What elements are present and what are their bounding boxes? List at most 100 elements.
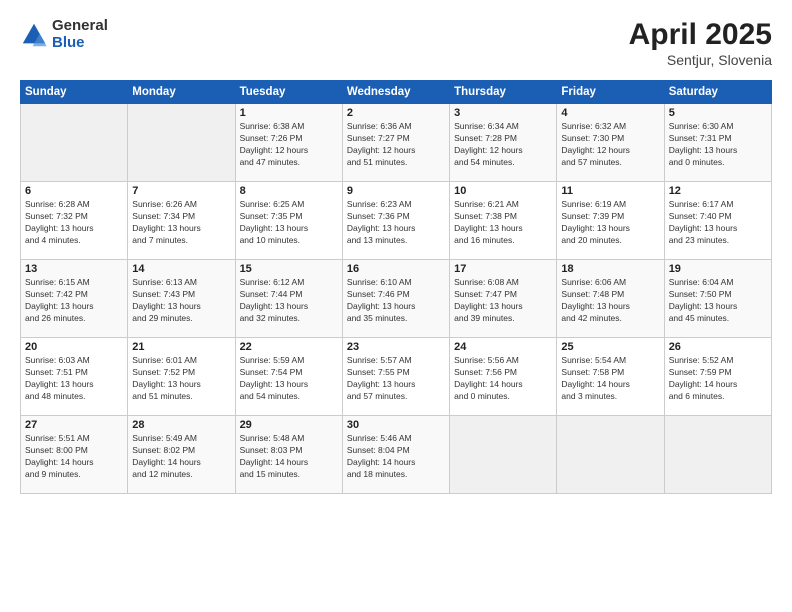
day-info: Sunrise: 6:04 AM Sunset: 7:50 PM Dayligh…: [669, 277, 767, 325]
day-number: 4: [561, 107, 659, 119]
table-row: 24 Sunrise: 5:56 AM Sunset: 7:56 PM Dayli…: [450, 338, 557, 416]
day-info: Sunrise: 6:28 AM Sunset: 7:32 PM Dayligh…: [25, 199, 123, 247]
table-row: 2 Sunrise: 6:36 AM Sunset: 7:27 PM Daylig…: [342, 104, 449, 182]
table-row: 3 Sunrise: 6:34 AM Sunset: 7:28 PM Daylig…: [450, 104, 557, 182]
table-row: [450, 416, 557, 494]
day-info: Sunrise: 6:23 AM Sunset: 7:36 PM Dayligh…: [347, 199, 445, 247]
logo-text: General Blue: [52, 18, 108, 51]
day-number: 11: [561, 185, 659, 197]
day-number: 25: [561, 341, 659, 353]
logo-icon: [20, 21, 48, 49]
header: General Blue April 2025 Sentjur, Sloveni…: [20, 18, 772, 68]
day-info: Sunrise: 5:48 AM Sunset: 8:03 PM Dayligh…: [240, 433, 338, 481]
day-info: Sunrise: 6:30 AM Sunset: 7:31 PM Dayligh…: [669, 121, 767, 169]
day-number: 22: [240, 341, 338, 353]
day-number: 26: [669, 341, 767, 353]
table-row: 18 Sunrise: 6:06 AM Sunset: 7:48 PM Dayli…: [557, 260, 664, 338]
table-row: 8 Sunrise: 6:25 AM Sunset: 7:35 PM Daylig…: [235, 182, 342, 260]
table-row: 27 Sunrise: 5:51 AM Sunset: 8:00 PM Dayli…: [21, 416, 128, 494]
table-row: [21, 104, 128, 182]
table-row: 13Sunrise: 6:15 AM Sunset: 7:42 PM Dayli…: [21, 260, 128, 338]
day-info: Sunrise: 6:25 AM Sunset: 7:35 PM Dayligh…: [240, 199, 338, 247]
col-friday: Friday: [557, 81, 664, 104]
col-tuesday: Tuesday: [235, 81, 342, 104]
col-monday: Monday: [128, 81, 235, 104]
day-info: Sunrise: 6:17 AM Sunset: 7:40 PM Dayligh…: [669, 199, 767, 247]
day-info: Sunrise: 5:51 AM Sunset: 8:00 PM Dayligh…: [25, 433, 123, 481]
day-number: 28: [132, 419, 230, 431]
day-number: 30: [347, 419, 445, 431]
table-row: 28 Sunrise: 5:49 AM Sunset: 8:02 PM Dayli…: [128, 416, 235, 494]
day-number: 6: [25, 185, 123, 197]
day-number: 18: [561, 263, 659, 275]
table-row: 30Sunrise: 5:46 AM Sunset: 8:04 PM Dayli…: [342, 416, 449, 494]
day-info: Sunrise: 5:57 AM Sunset: 7:55 PM Dayligh…: [347, 355, 445, 403]
day-number: 14: [132, 263, 230, 275]
day-number: 29: [240, 419, 338, 431]
day-info: Sunrise: 6:01 AM Sunset: 7:52 PM Dayligh…: [132, 355, 230, 403]
calendar-week-row: 6 Sunrise: 6:28 AM Sunset: 7:32 PM Daylig…: [21, 182, 772, 260]
calendar-week-row: 1 Sunrise: 6:38 AM Sunset: 7:26 PM Daylig…: [21, 104, 772, 182]
table-row: 15Sunrise: 6:12 AM Sunset: 7:44 PM Dayli…: [235, 260, 342, 338]
day-number: 23: [347, 341, 445, 353]
table-row: 11Sunrise: 6:19 AM Sunset: 7:39 PM Dayli…: [557, 182, 664, 260]
table-row: 23 Sunrise: 5:57 AM Sunset: 7:55 PM Dayli…: [342, 338, 449, 416]
table-row: 1 Sunrise: 6:38 AM Sunset: 7:26 PM Daylig…: [235, 104, 342, 182]
title-block: April 2025 Sentjur, Slovenia: [629, 18, 772, 68]
day-info: Sunrise: 6:38 AM Sunset: 7:26 PM Dayligh…: [240, 121, 338, 169]
day-info: Sunrise: 6:12 AM Sunset: 7:44 PM Dayligh…: [240, 277, 338, 325]
logo-general-text: General: [52, 18, 108, 35]
day-info: Sunrise: 5:56 AM Sunset: 7:56 PM Dayligh…: [454, 355, 552, 403]
calendar-table: Sunday Monday Tuesday Wednesday Thursday…: [20, 80, 772, 494]
day-info: Sunrise: 6:08 AM Sunset: 7:47 PM Dayligh…: [454, 277, 552, 325]
calendar-header-row: Sunday Monday Tuesday Wednesday Thursday…: [21, 81, 772, 104]
day-info: Sunrise: 6:03 AM Sunset: 7:51 PM Dayligh…: [25, 355, 123, 403]
day-number: 9: [347, 185, 445, 197]
day-number: 3: [454, 107, 552, 119]
table-row: 26 Sunrise: 5:52 AM Sunset: 7:59 PM Dayli…: [664, 338, 771, 416]
day-number: 13: [25, 263, 123, 275]
day-info: Sunrise: 6:26 AM Sunset: 7:34 PM Dayligh…: [132, 199, 230, 247]
calendar-week-row: 27 Sunrise: 5:51 AM Sunset: 8:00 PM Dayli…: [21, 416, 772, 494]
day-number: 2: [347, 107, 445, 119]
title-month: April 2025: [629, 18, 772, 52]
day-info: Sunrise: 6:21 AM Sunset: 7:38 PM Dayligh…: [454, 199, 552, 247]
table-row: 12 Sunrise: 6:17 AM Sunset: 7:40 PM Dayli…: [664, 182, 771, 260]
day-number: 10: [454, 185, 552, 197]
day-info: Sunrise: 5:52 AM Sunset: 7:59 PM Dayligh…: [669, 355, 767, 403]
day-number: 16: [347, 263, 445, 275]
logo: General Blue: [20, 18, 108, 51]
day-number: 5: [669, 107, 767, 119]
table-row: 21Sunrise: 6:01 AM Sunset: 7:52 PM Dayli…: [128, 338, 235, 416]
logo-blue-text: Blue: [52, 35, 108, 52]
day-number: 1: [240, 107, 338, 119]
table-row: 6 Sunrise: 6:28 AM Sunset: 7:32 PM Daylig…: [21, 182, 128, 260]
table-row: 19 Sunrise: 6:04 AM Sunset: 7:50 PM Dayli…: [664, 260, 771, 338]
day-number: 19: [669, 263, 767, 275]
table-row: 16Sunrise: 6:10 AM Sunset: 7:46 PM Dayli…: [342, 260, 449, 338]
day-number: 20: [25, 341, 123, 353]
day-info: Sunrise: 6:36 AM Sunset: 7:27 PM Dayligh…: [347, 121, 445, 169]
day-number: 24: [454, 341, 552, 353]
table-row: 5 Sunrise: 6:30 AM Sunset: 7:31 PM Daylig…: [664, 104, 771, 182]
day-number: 8: [240, 185, 338, 197]
table-row: 4Sunrise: 6:32 AM Sunset: 7:30 PM Daylig…: [557, 104, 664, 182]
table-row: 20 Sunrise: 6:03 AM Sunset: 7:51 PM Dayli…: [21, 338, 128, 416]
title-location: Sentjur, Slovenia: [629, 52, 772, 68]
table-row: 17Sunrise: 6:08 AM Sunset: 7:47 PM Dayli…: [450, 260, 557, 338]
table-row: 22 Sunrise: 5:59 AM Sunset: 7:54 PM Dayli…: [235, 338, 342, 416]
day-info: Sunrise: 5:49 AM Sunset: 8:02 PM Dayligh…: [132, 433, 230, 481]
day-number: 27: [25, 419, 123, 431]
table-row: [557, 416, 664, 494]
table-row: [664, 416, 771, 494]
col-thursday: Thursday: [450, 81, 557, 104]
day-info: Sunrise: 6:06 AM Sunset: 7:48 PM Dayligh…: [561, 277, 659, 325]
day-info: Sunrise: 5:59 AM Sunset: 7:54 PM Dayligh…: [240, 355, 338, 403]
col-saturday: Saturday: [664, 81, 771, 104]
table-row: 14Sunrise: 6:13 AM Sunset: 7:43 PM Dayli…: [128, 260, 235, 338]
day-number: 12: [669, 185, 767, 197]
table-row: [128, 104, 235, 182]
col-sunday: Sunday: [21, 81, 128, 104]
table-row: 7Sunrise: 6:26 AM Sunset: 7:34 PM Daylig…: [128, 182, 235, 260]
day-info: Sunrise: 6:34 AM Sunset: 7:28 PM Dayligh…: [454, 121, 552, 169]
